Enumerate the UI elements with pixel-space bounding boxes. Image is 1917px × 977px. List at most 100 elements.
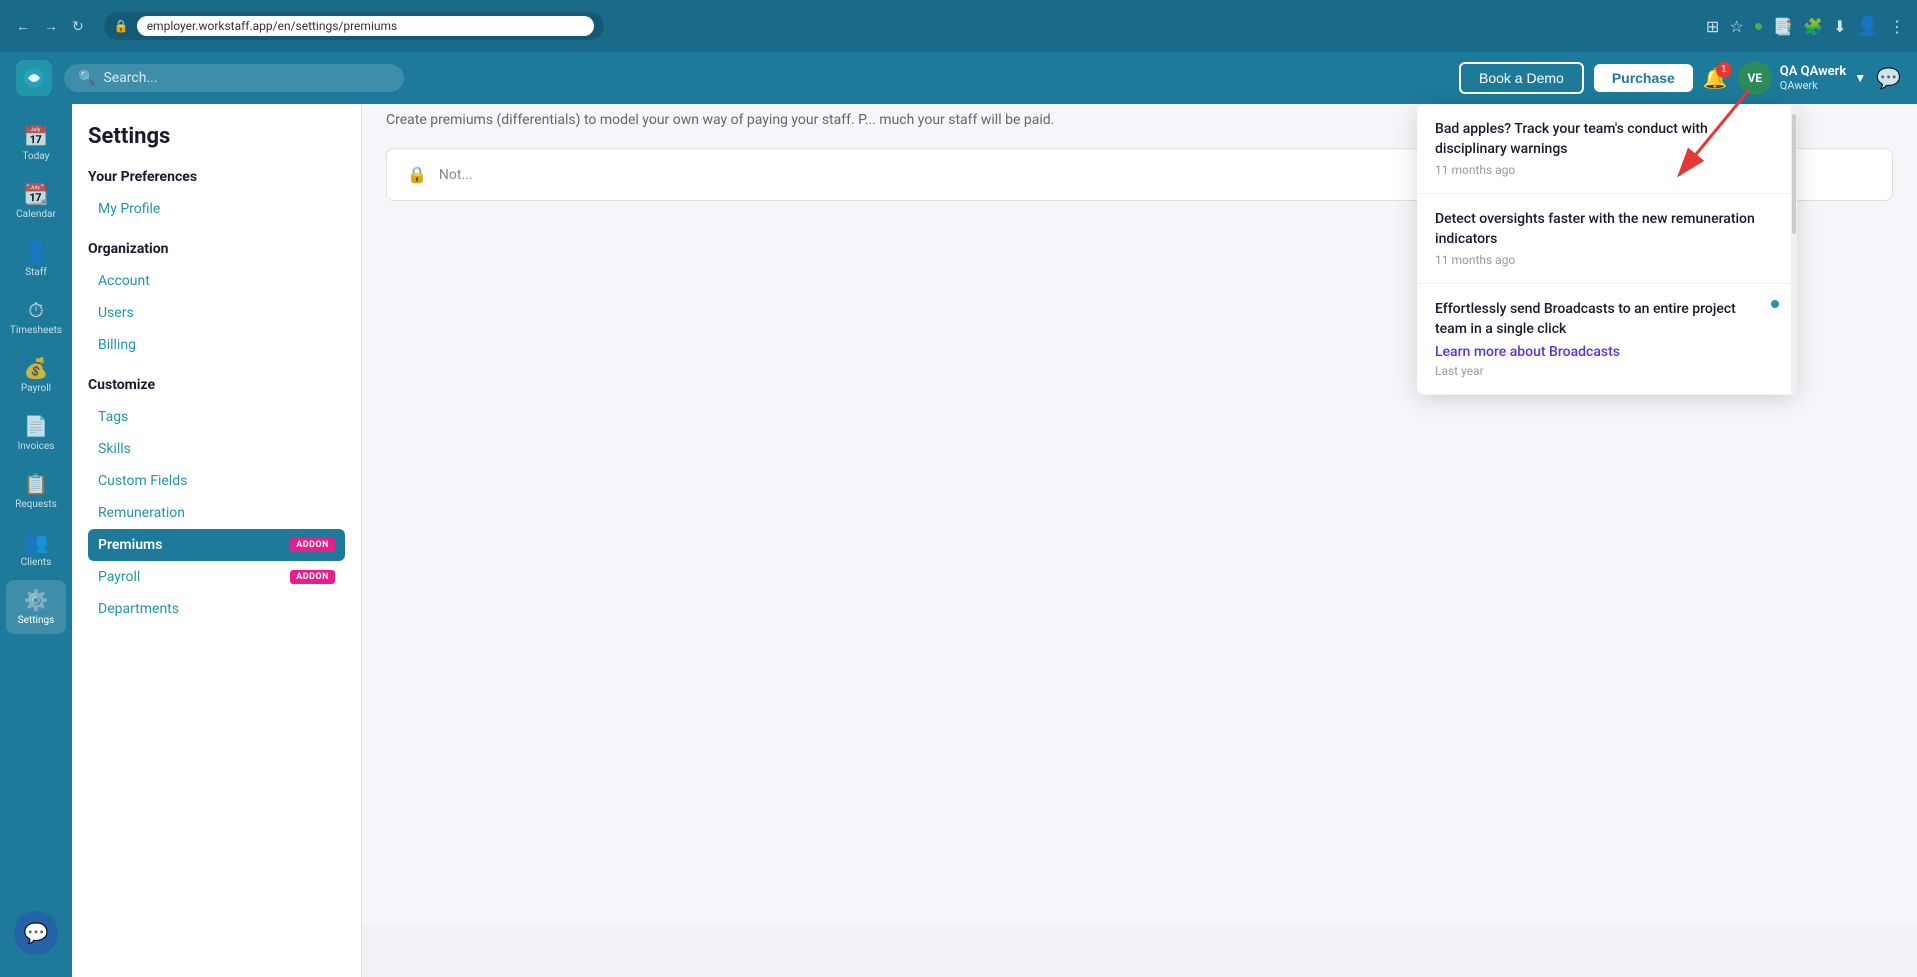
sidebar-item-label: Payroll — [21, 383, 51, 394]
security-icon: 🔒 — [114, 19, 129, 33]
sidebar-item-label: Clients — [21, 557, 52, 568]
settings-icon: ⚙️ — [24, 588, 49, 612]
notification-button[interactable]: 🔔 1 — [1703, 66, 1728, 91]
browser-nav: ← → ↻ — [12, 16, 88, 37]
left-sidebar: 📅 Today 📆 Calendar 👤 Staff ⏱ Timesheets … — [0, 104, 72, 977]
browser-topbar: ← → ↻ 🔒 employer.workstaff.app/en/settin… — [0, 0, 1917, 52]
settings-item-departments[interactable]: Departments — [88, 593, 345, 625]
section-your-preferences: Your Preferences — [88, 169, 345, 185]
payroll-addon-badge: ADDON — [290, 570, 335, 584]
url-bar-container: 🔒 employer.workstaff.app/en/settings/pre… — [104, 12, 604, 40]
unread-indicator — [1771, 300, 1779, 308]
section-organization: Organization — [88, 241, 345, 257]
settings-item-remuneration[interactable]: Remuneration — [88, 497, 345, 529]
header-actions: Book a Demo Purchase 🔔 1 VE QA QAwerk QA… — [1459, 61, 1901, 95]
section-customize: Customize — [88, 377, 345, 393]
sidebar-item-today[interactable]: 📅 Today — [6, 116, 66, 170]
notif-item-3[interactable]: Effortlessly send Broadcasts to an entir… — [1417, 284, 1797, 394]
sidebar-item-timesheets[interactable]: ⏱ Timesheets — [6, 290, 66, 344]
search-icon: 🔍 — [78, 70, 95, 86]
premiums-addon-badge: ADDON — [290, 538, 335, 552]
notif-link-broadcasts[interactable]: Learn more about Broadcasts — [1435, 344, 1763, 360]
scrollbar-thumb[interactable] — [1792, 114, 1796, 234]
notif-item-3-row: Effortlessly send Broadcasts to an entir… — [1435, 300, 1779, 377]
translate-icon[interactable]: ⊞ — [1706, 17, 1719, 36]
back-button[interactable]: ← — [12, 16, 34, 36]
clients-icon: 👥 — [24, 530, 49, 554]
scrollbar-track — [1791, 104, 1797, 395]
settings-title: Settings — [88, 124, 345, 149]
avatar: VE — [1738, 61, 1772, 95]
forward-button[interactable]: → — [40, 16, 62, 36]
chat-button[interactable]: 💬 — [14, 911, 58, 955]
premiums-row: Premiums ADDON — [98, 537, 335, 553]
premiums-label: Premiums — [98, 537, 162, 553]
settings-item-premiums[interactable]: Premiums ADDON — [88, 529, 345, 561]
sidebar-item-requests[interactable]: 📋 Requests — [6, 464, 66, 518]
sidebar-item-settings[interactable]: ⚙️ Settings — [6, 580, 66, 634]
payroll-row: Payroll ADDON — [98, 569, 335, 585]
notif-time-1: 11 months ago — [1435, 163, 1779, 177]
search-box[interactable]: 🔍 Search... — [64, 64, 404, 92]
notif-title-2: Detect oversights faster with the new re… — [1435, 210, 1779, 249]
payroll-label: Payroll — [98, 569, 140, 585]
staff-icon: 👤 — [24, 240, 49, 264]
settings-item-payroll[interactable]: Payroll ADDON — [88, 561, 345, 593]
content-locked-text: Not... — [439, 167, 473, 183]
sidebar-item-staff[interactable]: 👤 Staff — [6, 232, 66, 286]
user-sub: QAwerk — [1780, 79, 1846, 92]
chat-icon[interactable]: 💬 — [1876, 66, 1901, 90]
sidebar-item-label: Settings — [18, 615, 55, 626]
payroll-icon: 💰 — [24, 356, 49, 380]
notif-item-1[interactable]: Bad apples? Track your team's conduct wi… — [1417, 104, 1797, 194]
sidebar-item-clients[interactable]: 👥 Clients — [6, 522, 66, 576]
sidebar-item-payroll[interactable]: 💰 Payroll — [6, 348, 66, 402]
notif-content-3: Effortlessly send Broadcasts to an entir… — [1435, 300, 1763, 377]
puzzle-icon[interactable]: 🧩 — [1803, 17, 1823, 36]
search-placeholder: Search... — [103, 70, 157, 86]
settings-item-users[interactable]: Users — [88, 297, 345, 329]
settings-item-billing[interactable]: Billing — [88, 329, 345, 361]
settings-item-custom-fields[interactable]: Custom Fields — [88, 465, 345, 497]
sidebar-item-label: Calendar — [16, 209, 56, 220]
settings-sidebar: Settings Your Preferences My Profile Org… — [72, 104, 362, 977]
sidebar-item-label: Invoices — [18, 441, 55, 452]
user-info: QA QAwerk QAwerk — [1780, 64, 1846, 92]
profile-icon[interactable]: 👤 — [1857, 16, 1879, 37]
menu-icon[interactable]: ⋮ — [1889, 17, 1905, 36]
sidebar-item-label: Requests — [15, 499, 57, 510]
timesheets-icon: ⏱ — [28, 298, 44, 322]
chevron-down-icon: ▼ — [1854, 71, 1866, 85]
invoices-icon: 📄 — [24, 414, 49, 438]
sidebar-item-label: Today — [23, 151, 50, 162]
purchase-button[interactable]: Purchase — [1594, 64, 1693, 92]
download-icon[interactable]: ⬇ — [1833, 17, 1846, 36]
notif-title-3: Effortlessly send Broadcasts to an entir… — [1435, 300, 1763, 339]
settings-item-skills[interactable]: Skills — [88, 433, 345, 465]
reload-button[interactable]: ↻ — [68, 16, 88, 37]
sidebar-item-label: Timesheets — [10, 325, 62, 336]
lock-icon: 🔒 — [407, 165, 427, 184]
sidebar-item-label: Staff — [25, 267, 47, 278]
book-demo-button[interactable]: Book a Demo — [1459, 62, 1584, 94]
user-menu[interactable]: VE QA QAwerk QAwerk ▼ — [1738, 61, 1866, 95]
notif-time-2: 11 months ago — [1435, 253, 1779, 267]
bookmark-icon[interactable]: 📑 — [1773, 17, 1793, 36]
url-bar[interactable]: employer.workstaff.app/en/settings/premi… — [137, 16, 594, 36]
notification-badge: 1 — [1716, 62, 1732, 78]
star-icon[interactable]: ☆ — [1729, 17, 1743, 36]
notif-item-2[interactable]: Detect oversights faster with the new re… — [1417, 194, 1797, 284]
chat-bubble-icon: 💬 — [24, 921, 49, 945]
calendar-icon: 📆 — [24, 182, 49, 206]
app-header: 🔍 Search... Book a Demo Purchase 🔔 1 VE … — [0, 52, 1917, 104]
extension-icon[interactable]: ● — [1754, 16, 1764, 36]
notif-time-3: Last year — [1435, 364, 1763, 378]
app-logo — [16, 60, 52, 96]
requests-icon: 📋 — [24, 472, 49, 496]
settings-item-tags[interactable]: Tags — [88, 401, 345, 433]
sidebar-item-calendar[interactable]: 📆 Calendar — [6, 174, 66, 228]
user-name: QA QAwerk — [1780, 64, 1846, 79]
settings-item-my-profile[interactable]: My Profile — [88, 193, 345, 225]
settings-item-account[interactable]: Account — [88, 265, 345, 297]
sidebar-item-invoices[interactable]: 📄 Invoices — [6, 406, 66, 460]
